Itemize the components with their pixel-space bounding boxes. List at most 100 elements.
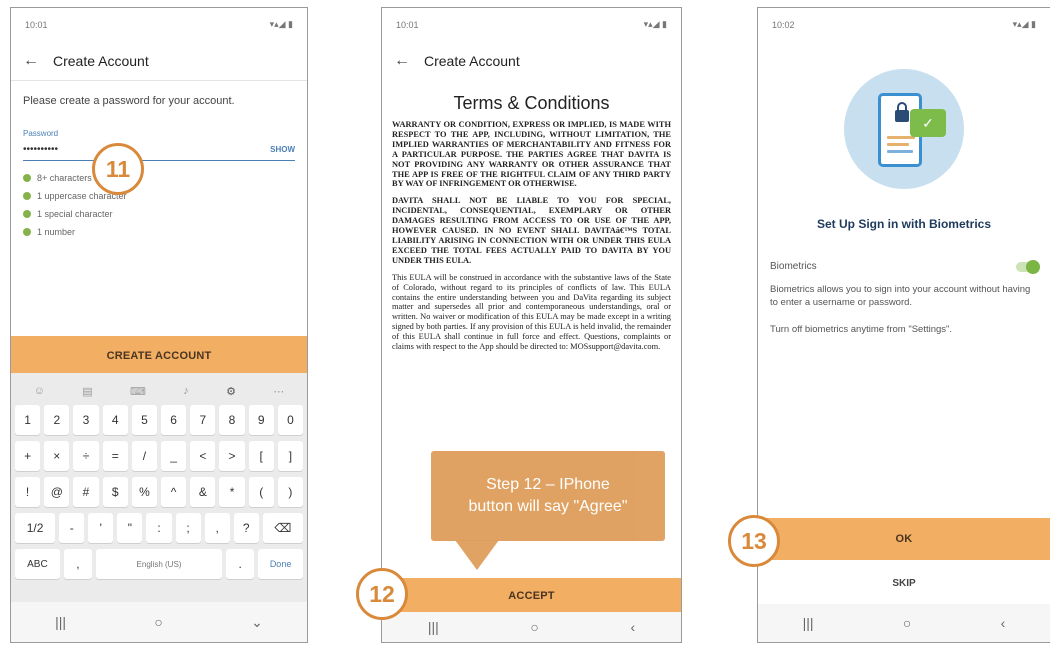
- key[interactable]: 7: [190, 405, 216, 435]
- key[interactable]: 1: [15, 405, 41, 435]
- key[interactable]: 2: [44, 405, 70, 435]
- key[interactable]: 3: [73, 405, 99, 435]
- biometrics-label: Biometrics: [770, 261, 817, 272]
- key[interactable]: .: [226, 549, 255, 579]
- done-key[interactable]: Done: [258, 549, 303, 579]
- status-bar: 10:01 ▾▴◢ ▮: [11, 8, 307, 41]
- emoji-icon[interactable]: ☺: [34, 385, 45, 397]
- key[interactable]: ': [88, 513, 114, 543]
- ok-button[interactable]: OK: [758, 518, 1050, 560]
- skip-button[interactable]: SKIP: [758, 578, 1050, 589]
- terms-paragraph: DAVITA SHALL NOT BE LIABLE TO YOU FOR SP…: [392, 196, 671, 265]
- home-icon[interactable]: ○: [154, 614, 162, 630]
- key[interactable]: #: [73, 477, 99, 507]
- rule-item: 1 number: [23, 227, 295, 237]
- key[interactable]: $: [102, 477, 128, 507]
- key[interactable]: 1/2: [15, 513, 56, 543]
- key[interactable]: [: [248, 441, 274, 471]
- more-icon[interactable]: ⋯: [273, 385, 284, 398]
- key-row: ! @ # $ % ^ & * ( ): [15, 477, 304, 507]
- rule-item: 1 uppercase character: [23, 191, 295, 201]
- line: [887, 143, 909, 146]
- key[interactable]: -: [59, 513, 85, 543]
- key[interactable]: ;: [175, 513, 201, 543]
- hide-keyboard-icon[interactable]: ⌄: [251, 614, 263, 631]
- recents-icon[interactable]: |||: [428, 619, 439, 635]
- back-icon[interactable]: ‹: [1001, 615, 1006, 631]
- keyboard-toolbar: ☺ ▤ ⌨ ♪ ⚙ ⋯: [15, 377, 303, 405]
- key[interactable]: *: [219, 477, 245, 507]
- key[interactable]: 5: [131, 405, 158, 435]
- key[interactable]: ^: [161, 477, 187, 507]
- screen-title: Create Account: [424, 53, 520, 69]
- key[interactable]: ×: [44, 441, 70, 471]
- status-time: 10:01: [25, 19, 48, 30]
- key[interactable]: >: [219, 441, 245, 471]
- back-arrow-icon[interactable]: ←: [23, 52, 39, 70]
- key[interactable]: ): [277, 477, 304, 507]
- key[interactable]: ?: [233, 513, 259, 543]
- key[interactable]: ]: [277, 441, 304, 471]
- key[interactable]: 9: [248, 405, 274, 435]
- key[interactable]: ,: [204, 513, 230, 543]
- keyboard-icon[interactable]: ⌨: [130, 385, 146, 398]
- key[interactable]: 4: [102, 405, 128, 435]
- key[interactable]: 6: [161, 405, 187, 435]
- terms-body[interactable]: WARRANTY OR CONDITION, EXPRESS OR IMPLIE…: [382, 120, 681, 352]
- check-dot-icon: [23, 174, 31, 182]
- create-account-button[interactable]: CREATE ACCOUNT: [11, 336, 307, 376]
- accept-button[interactable]: ACCEPT: [382, 578, 681, 614]
- checkmark-icon: ✓: [910, 109, 946, 137]
- check-dot-icon: [23, 210, 31, 218]
- biometrics-illustration: ✓: [844, 69, 964, 189]
- step-badge-11: 11: [92, 143, 144, 195]
- key[interactable]: <: [190, 441, 216, 471]
- key[interactable]: :: [146, 513, 172, 543]
- key[interactable]: !: [15, 477, 41, 507]
- recents-icon[interactable]: |||: [55, 614, 66, 630]
- backspace-icon[interactable]: ⌫: [262, 513, 303, 543]
- key[interactable]: +: [15, 441, 41, 471]
- rule-item: 8+ characters long: [23, 173, 295, 183]
- key[interactable]: ,: [63, 549, 92, 579]
- key[interactable]: %: [131, 477, 158, 507]
- key[interactable]: 8: [219, 405, 245, 435]
- screen-title: Create Account: [53, 52, 149, 69]
- clipboard-icon[interactable]: ▤: [82, 385, 92, 398]
- settings-gear-icon[interactable]: ⚙: [226, 385, 236, 398]
- callout-line: Step 12 – IPhone: [486, 476, 610, 494]
- abc-key[interactable]: ABC: [15, 549, 60, 579]
- biometrics-toggle[interactable]: [1016, 259, 1040, 274]
- key[interactable]: 0: [277, 405, 304, 435]
- space-key[interactable]: English (US): [95, 549, 223, 579]
- password-field[interactable]: •••••••••• SHOW: [23, 138, 295, 161]
- recents-icon[interactable]: |||: [803, 615, 814, 631]
- create-password-screen: 10:01 ▾▴◢ ▮ ← Create Account Please crea…: [10, 7, 308, 643]
- key[interactable]: /: [131, 441, 158, 471]
- home-icon[interactable]: ○: [903, 615, 911, 631]
- signal-icons: ▾▴◢ ▮: [643, 19, 667, 29]
- back-icon[interactable]: ‹: [630, 619, 635, 635]
- home-icon[interactable]: ○: [530, 619, 538, 635]
- key[interactable]: &: [190, 477, 216, 507]
- rule-item: 1 special character: [23, 209, 295, 219]
- show-password-button[interactable]: SHOW: [270, 145, 295, 154]
- nav-bar: ||| ○ ⌄: [11, 602, 307, 642]
- key[interactable]: @: [44, 477, 70, 507]
- lock-icon: [895, 102, 909, 122]
- signal-icons: ▾▴◢ ▮: [1012, 19, 1036, 29]
- key[interactable]: =: [102, 441, 128, 471]
- biometrics-settings-hint: Turn off biometrics anytime from "Settin…: [770, 323, 953, 335]
- key[interactable]: ÷: [73, 441, 99, 471]
- key[interactable]: ": [117, 513, 143, 543]
- key[interactable]: _: [161, 441, 187, 471]
- mic-icon[interactable]: ♪: [183, 385, 189, 397]
- back-arrow-icon[interactable]: ←: [394, 52, 410, 70]
- nav-bar: ||| ○ ‹: [382, 612, 681, 642]
- key[interactable]: (: [248, 477, 274, 507]
- password-value: ••••••••••: [23, 144, 59, 155]
- keyboard: ☺ ▤ ⌨ ♪ ⚙ ⋯ 1 2 3 4 5 6 7 8 9 0 + × ÷ = …: [11, 373, 307, 602]
- rule-text: 1 special character: [37, 209, 113, 219]
- terms-paragraph: WARRANTY OR CONDITION, EXPRESS OR IMPLIE…: [392, 120, 671, 189]
- check-dot-icon: [23, 228, 31, 236]
